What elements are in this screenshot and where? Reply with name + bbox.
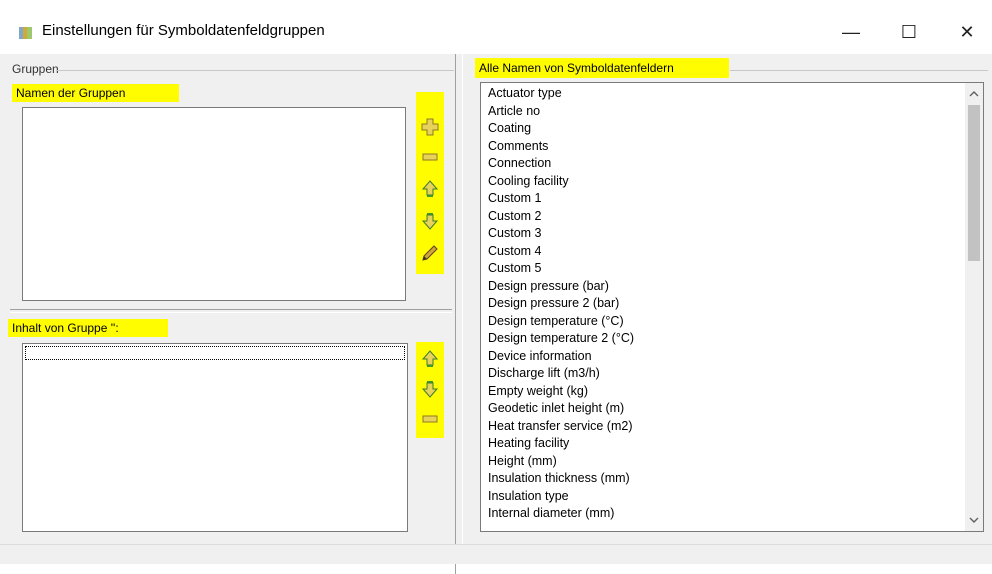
title-bar: Einstellungen für Symboldatenfeldgruppen…: [0, 0, 992, 62]
settings-window: Einstellungen für Symboldatenfeldgruppen…: [0, 0, 992, 574]
list-item[interactable]: Design temperature 2 (°C): [488, 330, 963, 348]
vertical-scrollbar[interactable]: [965, 83, 983, 531]
pencil-icon[interactable]: [419, 242, 441, 264]
list-item[interactable]: Heating facility: [488, 435, 963, 453]
scroll-up-icon[interactable]: [965, 85, 983, 103]
app-icon: [19, 27, 32, 39]
maximize-button[interactable]: ☐: [886, 12, 932, 52]
list-item[interactable]: Design pressure 2 (bar): [488, 295, 963, 313]
list-item[interactable]: Comments: [488, 138, 963, 156]
minimize-button[interactable]: —: [828, 12, 874, 52]
list-item[interactable]: Device information: [488, 348, 963, 366]
horizontal-splitter[interactable]: [10, 309, 452, 313]
group-content-list[interactable]: [22, 343, 408, 532]
list-item[interactable]: Empty weight (kg): [488, 383, 963, 401]
groupbox-border: [56, 70, 454, 71]
focus-row[interactable]: [25, 346, 405, 360]
list-item[interactable]: Article no: [488, 103, 963, 121]
list-item[interactable]: Connection: [488, 155, 963, 173]
dialog-content: Gruppen Namen der Gruppen Inhalt von Gru…: [0, 54, 992, 574]
list-item[interactable]: Custom 3: [488, 225, 963, 243]
status-bar: [0, 544, 992, 564]
list-item[interactable]: Design pressure (bar): [488, 278, 963, 296]
fields-items: Actuator type Article no Coating Comments Co…: [488, 85, 963, 523]
list-item[interactable]: Coating: [488, 120, 963, 138]
scroll-thumb[interactable]: [968, 105, 980, 261]
list-item[interactable]: Custom 2: [488, 208, 963, 226]
minus-icon[interactable]: [419, 146, 441, 168]
list-item[interactable]: Cooling facility: [488, 173, 963, 191]
arrow-up-icon[interactable]: [419, 348, 441, 370]
all-fields-label: Alle Namen von Symboldatenfeldern: [475, 58, 729, 78]
list-item[interactable]: Custom 1: [488, 190, 963, 208]
all-fields-list[interactable]: Actuator type Article no Coating Comments Co…: [480, 82, 984, 532]
arrow-down-icon[interactable]: [419, 378, 441, 400]
arrow-up-icon[interactable]: [419, 178, 441, 200]
close-button[interactable]: ✕: [944, 12, 990, 52]
list-item[interactable]: Actuator type: [488, 85, 963, 103]
vertical-splitter[interactable]: [455, 54, 463, 574]
content-toolbar: [416, 342, 444, 438]
list-item[interactable]: Discharge lift (m3/h): [488, 365, 963, 383]
group-content-label: Inhalt von Gruppe '':: [8, 319, 168, 337]
list-item[interactable]: Custom 5: [488, 260, 963, 278]
minus-icon[interactable]: [419, 408, 441, 430]
groups-list[interactable]: [22, 107, 406, 301]
groups-groupbox-title: Gruppen: [12, 62, 59, 76]
groupbox-border: [730, 70, 988, 71]
list-item[interactable]: Heat transfer service (m2): [488, 418, 963, 436]
arrow-down-icon[interactable]: [419, 210, 441, 232]
list-item[interactable]: Custom 4: [488, 243, 963, 261]
window-title: Einstellungen für Symboldatenfeldgruppen: [42, 22, 325, 39]
list-item[interactable]: Geodetic inlet height (m): [488, 400, 963, 418]
scroll-down-icon[interactable]: [965, 511, 983, 529]
groups-label: Namen der Gruppen: [12, 84, 179, 102]
groups-toolbar: [416, 92, 444, 274]
plus-icon[interactable]: [419, 116, 441, 138]
list-item[interactable]: Design temperature (°C): [488, 313, 963, 331]
list-item[interactable]: Insulation type: [488, 488, 963, 506]
list-item[interactable]: Height (mm): [488, 453, 963, 471]
list-item[interactable]: Insulation thickness (mm): [488, 470, 963, 488]
list-item[interactable]: Internal diameter (mm): [488, 505, 963, 523]
